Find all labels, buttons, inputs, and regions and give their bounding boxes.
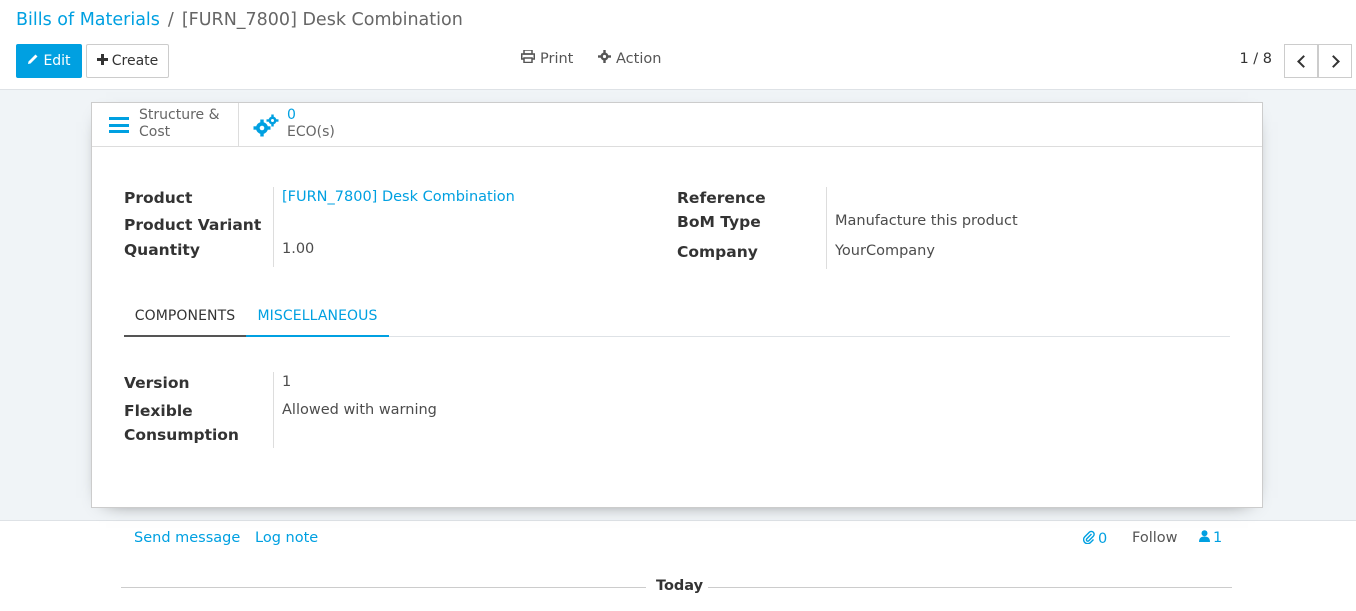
bom-type-value: Manufacture this product [835,213,1018,229]
action-menu[interactable]: Action [598,50,661,67]
attachments-button[interactable]: 0 [1082,530,1108,548]
flexible-consumption-label-line2: Consumption [124,426,239,444]
version-value: 1 [282,374,292,390]
bom-type-label: BoM Type [677,213,761,231]
chevron-right-icon [1326,54,1340,68]
breadcrumb: Bills of Materials / [FURN_7800] Desk Co… [16,10,463,30]
plus-icon [96,53,108,69]
field-separator [273,187,274,267]
field-separator [273,372,274,448]
breadcrumb-separator: / [167,10,174,30]
structure-cost-button[interactable]: Structure & Cost [92,103,239,147]
followers-button[interactable]: 1 [1199,530,1222,546]
company-label: Company [677,243,758,261]
control-panel: Bills of Materials / [FURN_7800] Desk Co… [0,0,1356,90]
quantity-label: Quantity [124,241,200,259]
reference-label: Reference [677,189,766,207]
log-note-button[interactable]: Log note [255,530,318,546]
pencil-icon [27,53,39,69]
product-variant-label: Product Variant [124,216,262,234]
structure-label-line1: Structure & [139,107,220,123]
print-menu[interactable]: Print [521,49,574,67]
today-separator-label: Today [656,578,704,594]
breadcrumb-bills-of-materials[interactable]: Bills of Materials [16,10,160,30]
eco-button[interactable]: 0 ECO(s) [239,103,389,147]
print-label: Print [540,50,574,67]
follow-button[interactable]: Follow [1132,530,1177,546]
pager-previous-button[interactable] [1284,44,1318,78]
form-area: Structure & Cost 0 ECO(s) Product Produc… [0,90,1356,521]
structure-label-line2: Cost [139,124,171,140]
printer-icon [521,49,535,67]
flexible-consumption-value: Allowed with warning [282,402,437,418]
quantity-value: 1.00 [282,241,315,257]
create-button-label: Create [111,53,159,69]
followers-count: 1 [1213,530,1223,546]
field-separator [826,187,827,269]
divider [708,587,1232,588]
eco-label: ECO(s) [287,124,335,140]
version-label: Version [124,374,190,392]
bars-icon [109,117,129,133]
create-button[interactable]: Create [86,44,169,78]
flexible-consumption-label-line1: Flexible [124,402,193,420]
divider [121,587,646,588]
pager-value[interactable]: 1 / 8 [1239,51,1272,67]
breadcrumb-current: [FURN_7800] Desk Combination [181,10,463,30]
gear-icon [598,50,611,67]
form-sheet: Structure & Cost 0 ECO(s) Product Produc… [91,102,1263,508]
pager-next-button[interactable] [1318,44,1352,78]
attachments-count: 0 [1098,531,1108,547]
tab-miscellaneous[interactable]: MISCELLANEOUS [246,297,389,337]
send-message-button[interactable]: Send message [134,530,240,546]
company-value[interactable]: YourCompany [835,243,935,259]
edit-button-label: Edit [43,53,71,69]
action-label: Action [616,50,662,67]
edit-button[interactable]: Edit [16,44,82,78]
product-value[interactable]: [FURN_7800] Desk Combination [282,189,515,205]
chevron-left-icon [1296,54,1310,68]
user-icon [1199,530,1210,546]
notebook-tabs: COMPONENTS MISCELLANEOUS [124,297,1230,337]
cogs-icon [253,114,279,138]
eco-count: 0 [287,107,296,123]
product-label: Product [124,189,193,207]
tab-components[interactable]: COMPONENTS [124,297,246,337]
paperclip-icon [1082,530,1095,548]
button-box: Structure & Cost 0 ECO(s) [92,103,1262,147]
